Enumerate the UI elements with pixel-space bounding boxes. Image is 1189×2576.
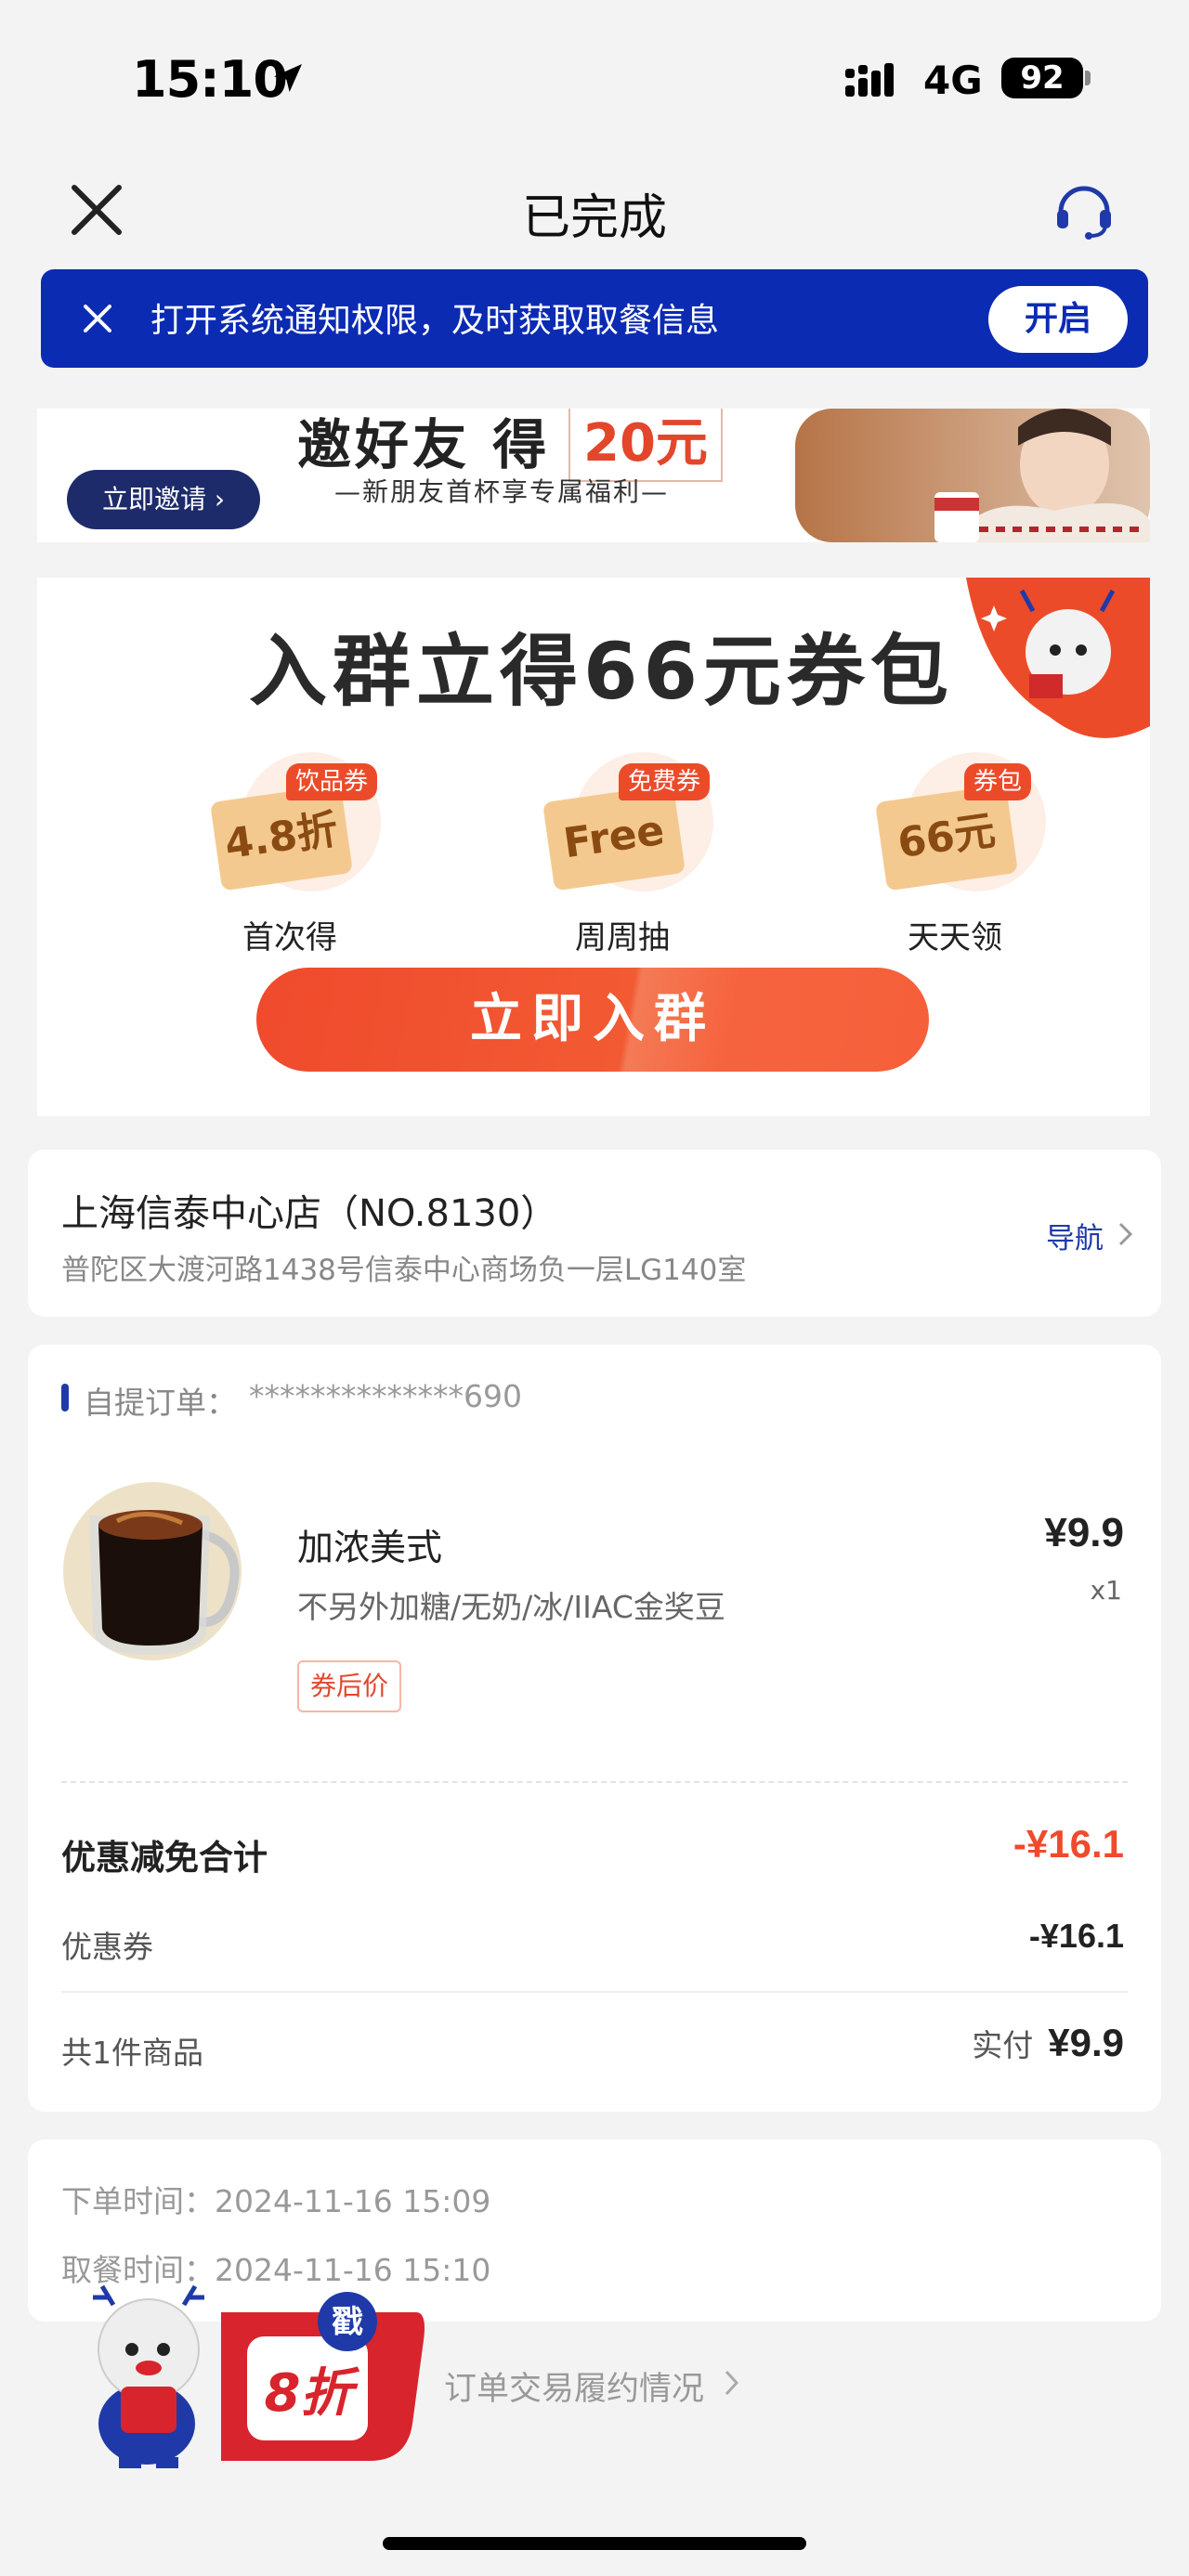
invite-button-label: 立即邀请: [101, 484, 206, 514]
network-type: 4G: [923, 58, 983, 103]
perk-daily: 66元 券包 天天领: [860, 743, 1065, 966]
item-name: 加浓美式: [297, 1528, 443, 1569]
store-address: 普陀区大渡河路1438号信泰中心商场负一层LG140室: [61, 1254, 747, 1287]
navigate-link[interactable]: 导航: [1046, 1215, 1104, 1256]
item-spec: 不另外加糖/无奶/冰/IIAC金奖豆: [297, 1589, 725, 1625]
join-group-banner[interactable]: 入群立得66元券包 4.8折 饮品券 首次得 Free 免费券 周周抽 66元 …: [37, 578, 1150, 1116]
order-card: 自提订单： **************690 加浓美式 不另外加糖/无奶/冰/…: [28, 1345, 1161, 2112]
store-name: 上海信泰中心店（NO.8130）: [61, 1192, 558, 1235]
section-marker: [61, 1384, 69, 1412]
enable-notification-button[interactable]: 开启: [988, 286, 1128, 353]
order-number-label: 自提订单：: [84, 1385, 237, 1421]
item-price-tag: 券后价: [297, 1660, 402, 1712]
dismiss-notice-icon[interactable]: [76, 297, 119, 340]
paid-value: ¥9.9: [1048, 2021, 1124, 2064]
chevron-right-icon[interactable]: [723, 2368, 741, 2398]
coupon-label: 优惠券: [61, 1929, 153, 1965]
product-image: [63, 1482, 242, 1660]
page-title: 已完成: [521, 190, 667, 246]
location-arrow-icon: [274, 64, 302, 92]
perk-tag: 饮品券: [286, 763, 378, 800]
invite-subtitle: —新朋友首杯享专属福利—: [334, 476, 670, 507]
promo-badge-text: 戳: [332, 2304, 363, 2341]
group-title: 入群立得66元券包: [249, 626, 954, 717]
pickup-time: 取餐时间：2024-11-16 15:10: [61, 2252, 491, 2288]
status-bar: 15:10 4G 92: [0, 0, 1189, 158]
item-count: 共1件商品: [61, 2035, 203, 2071]
invite-friends-banner[interactable]: 邀好友 得 20元 —新朋友首杯享专属福利— 立即邀请 ›: [37, 409, 1150, 542]
invite-promo-image: [795, 409, 1150, 542]
perk-first-order: 4.8折 饮品券 首次得: [195, 743, 399, 966]
paid-amount: 实付 ¥9.9: [972, 2021, 1124, 2065]
perk-label: 天天领: [908, 919, 1002, 956]
mascot-corner-icon: [966, 578, 1150, 738]
divider: [61, 1781, 1128, 1783]
fulfillment-link[interactable]: 订单交易履约情况: [444, 2362, 704, 2410]
chevron-right-icon[interactable]: [1117, 1220, 1135, 1248]
order-number: **************690: [249, 1378, 522, 1414]
floating-promo-mascot[interactable]: 戳 8折: [82, 2284, 427, 2470]
notification-permission-bar: 打开系统通知权限，及时获取取餐信息 开启: [41, 269, 1148, 368]
home-indicator[interactable]: [383, 2537, 806, 2550]
customer-service-icon[interactable]: [1050, 175, 1118, 243]
perk-tag: 免费券: [619, 763, 711, 800]
battery-level: 92: [1001, 58, 1083, 98]
coupon-value: -¥16.1: [1028, 1917, 1124, 1955]
invite-title: 邀好友 得: [297, 413, 551, 476]
perk-label: 周周抽: [575, 919, 670, 956]
battery-tip: [1085, 71, 1091, 85]
item-price: ¥9.9: [1044, 1510, 1124, 1555]
status-time: 15:10: [132, 50, 288, 109]
join-group-button[interactable]: 立即入群: [256, 968, 929, 1072]
discount-total-label: 优惠减免合计: [61, 1838, 268, 1878]
discount-total-value: -¥16.1: [1013, 1822, 1124, 1866]
promo-discount-text: 8折: [265, 2363, 360, 2424]
invite-button[interactable]: 立即邀请 ›: [67, 470, 260, 529]
notice-text: 打开系统通知权限，及时获取取餐信息: [150, 302, 720, 340]
divider: [61, 1991, 1128, 1993]
order-time: 下单时间：2024-11-16 15:09: [61, 2183, 491, 2219]
store-card: 上海信泰中心店（NO.8130） 普陀区大渡河路1438号信泰中心商场负一层LG…: [28, 1150, 1161, 1317]
cellular-signal-icon: [845, 63, 894, 97]
perk-label: 首次得: [242, 919, 337, 956]
item-quantity: x1: [1090, 1575, 1122, 1606]
perk-weekly: Free 免费券 周周抽: [528, 743, 732, 966]
perk-tag: 券包: [964, 763, 1032, 800]
paid-label: 实付: [972, 2027, 1034, 2063]
